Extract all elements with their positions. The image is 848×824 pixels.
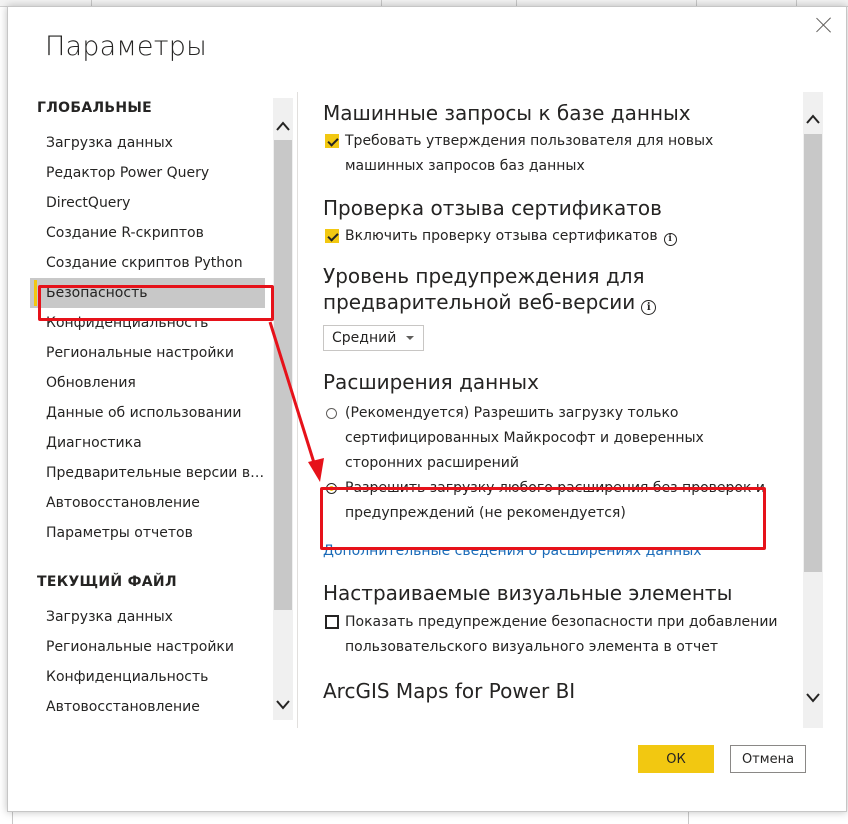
checkbox-cert-revocation[interactable] xyxy=(325,229,339,243)
nav-item-diagnostics[interactable]: Диагностика xyxy=(30,428,265,458)
section-title-cert-revocation: Проверка отзыва сертификатов xyxy=(323,196,662,220)
option-custom-visuals-text: Показать предупреждение безопасности при… xyxy=(345,614,778,630)
nav-item-updates[interactable]: Обновления xyxy=(30,368,265,398)
option-extensions-recommended-text-2: сертифицированных Майкрософт и доверенны… xyxy=(345,430,704,446)
preview-warning-dropdown[interactable]: Средний xyxy=(323,325,425,351)
radio-extensions-recommended[interactable] xyxy=(326,408,337,419)
option-extensions-recommended-text-3: сторонних расширений xyxy=(345,455,519,471)
annotation-highlight-security xyxy=(38,285,274,321)
scroll-up-icon[interactable] xyxy=(273,116,293,136)
nav-item-auto-recovery[interactable]: Автовосстановление xyxy=(30,488,265,518)
section-title-native-queries: Машинные запросы к базе данных xyxy=(323,101,691,125)
info-icon[interactable]: i xyxy=(663,233,677,246)
dialog-title: Параметры xyxy=(45,31,207,62)
nav-item-current-auto-recovery[interactable]: Автовосстановление xyxy=(30,692,265,722)
option-custom-visuals-text-2: пользовательского визуального элемента в… xyxy=(345,639,718,655)
content-scrollbar[interactable] xyxy=(803,92,823,728)
option-extensions-recommended-text: (Рекомендуется) Разрешить загрузку тольк… xyxy=(345,405,679,421)
scroll-down-icon[interactable] xyxy=(803,688,823,708)
option-native-queries-text-2: машинных запросов баз данных xyxy=(345,158,585,174)
option-cert-revocation-text: Включить проверку отзыва сертификатов xyxy=(345,228,658,244)
nav-item-usage-data[interactable]: Данные об использовании xyxy=(30,398,265,428)
section-title-custom-visuals: Настраиваемые визуальные элементы xyxy=(323,581,733,605)
section-title-data-extensions: Расширения данных xyxy=(323,370,539,394)
checkbox-custom-visuals-warning[interactable] xyxy=(325,615,339,629)
nav-section-current-file: ТЕКУЩИЙ ФАЙЛ xyxy=(37,574,177,590)
option-custom-visuals-warning[interactable]: Показать предупреждение безопасности при… xyxy=(323,610,793,660)
annotation-highlight-extensions-any xyxy=(320,487,766,550)
nav-scrollbar[interactable] xyxy=(273,98,293,720)
scroll-down-icon[interactable] xyxy=(273,695,293,715)
scroll-up-icon[interactable] xyxy=(803,109,823,129)
nav-item-current-regional-settings[interactable]: Региональные настройки xyxy=(30,632,265,662)
pane-divider xyxy=(297,92,298,728)
section-title-arcgis: ArcGIS Maps for Power BI xyxy=(323,679,576,703)
nav-item-report-settings[interactable]: Параметры отчетов xyxy=(30,518,265,548)
section-title-preview-warning: Уровень предупреждения для предварительн… xyxy=(323,263,793,315)
option-cert-revocation[interactable]: Включить проверку отзыва сертификатов i xyxy=(323,224,793,249)
nav-item-r-scripting[interactable]: Создание R-скриптов xyxy=(30,218,265,248)
nav-item-data-load[interactable]: Загрузка данных xyxy=(30,128,265,158)
content-scrollbar-thumb[interactable] xyxy=(804,134,822,572)
ok-button[interactable]: ОК xyxy=(638,745,714,773)
info-icon[interactable]: i xyxy=(641,300,657,315)
preview-warning-title-2: предварительной веб-версии xyxy=(323,290,636,314)
checkbox-native-queries[interactable] xyxy=(325,134,339,148)
nav-item-current-data-load[interactable]: Загрузка данных xyxy=(30,602,265,632)
nav-item-current-privacy[interactable]: Конфиденциальность xyxy=(30,662,265,692)
option-native-queries-text: Требовать утверждения пользователя для н… xyxy=(345,133,714,149)
nav-item-regional-settings[interactable]: Региональные настройки xyxy=(30,338,265,368)
nav-item-directquery[interactable]: DirectQuery xyxy=(30,188,265,218)
nav-section-global: ГЛОБАЛЬНЫЕ xyxy=(37,100,153,116)
preview-warning-value: Средний xyxy=(332,330,397,346)
cancel-button[interactable]: Отмена xyxy=(730,745,806,773)
security-settings: Машинные запросы к базе данных Требовать… xyxy=(323,94,793,728)
nav-scrollbar-thumb[interactable] xyxy=(274,140,292,610)
preview-warning-title-1: Уровень предупреждения для xyxy=(323,264,645,288)
option-native-queries[interactable]: Требовать утверждения пользователя для н… xyxy=(323,129,793,179)
close-icon[interactable] xyxy=(814,15,834,35)
chevron-down-icon xyxy=(406,336,415,340)
nav-item-preview-features[interactable]: Предварительные версии во... xyxy=(30,458,265,488)
options-nav: ГЛОБАЛЬНЫЕ Загрузка данных Редактор Powe… xyxy=(30,94,292,728)
option-extensions-recommended[interactable]: (Рекомендуется) Разрешить загрузку тольк… xyxy=(323,401,793,476)
nav-item-power-query-editor[interactable]: Редактор Power Query xyxy=(30,158,265,188)
nav-item-python-scripting[interactable]: Создание скриптов Python xyxy=(30,248,265,278)
